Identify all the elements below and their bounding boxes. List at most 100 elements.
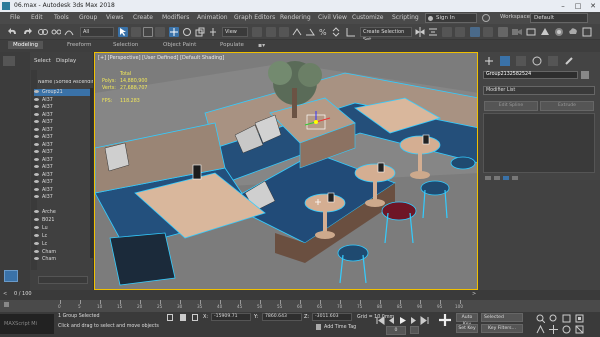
explorer-column-header[interactable]: Name (Sorted Ascending) bbox=[38, 80, 93, 85]
list-item[interactable]: AI37 bbox=[34, 127, 92, 134]
utilities-tab-icon[interactable] bbox=[564, 56, 574, 66]
render-cloud-icon[interactable] bbox=[568, 27, 578, 37]
extrude-button[interactable]: Extrude bbox=[540, 101, 594, 111]
time-slider[interactable] bbox=[0, 290, 600, 300]
isolate-selection-icon[interactable] bbox=[167, 314, 173, 321]
align-icon[interactable] bbox=[428, 27, 438, 37]
place-icon[interactable] bbox=[208, 27, 218, 37]
list-item[interactable]: AI37 bbox=[34, 134, 92, 141]
list-item[interactable]: Arche bbox=[34, 209, 92, 216]
viewport-layout-button[interactable] bbox=[4, 270, 18, 282]
key-filters-button[interactable]: Key Filters... bbox=[481, 324, 523, 333]
link-icon[interactable] bbox=[38, 27, 48, 37]
help-icon[interactable] bbox=[482, 14, 490, 22]
list-item[interactable]: AI37 bbox=[34, 172, 92, 179]
create-selection-set-dropdown[interactable]: Create Selection Set bbox=[360, 27, 412, 43]
list-item[interactable]: AI37 bbox=[34, 157, 92, 164]
tab-modeling[interactable]: Modeling bbox=[8, 41, 44, 49]
keyboard-shortcut-button[interactable] bbox=[279, 27, 289, 37]
explorer-tab-select[interactable]: Select bbox=[34, 58, 51, 64]
perspective-viewport[interactable] bbox=[94, 52, 478, 290]
object-color-swatch[interactable] bbox=[581, 71, 589, 79]
viewport-label[interactable]: [+] [Perspective] [User Defined] [Defaul… bbox=[98, 55, 224, 61]
mini-curve-editor-icon[interactable] bbox=[4, 302, 9, 307]
3dsmax-app-icon[interactable] bbox=[2, 2, 10, 10]
mirror-icon[interactable] bbox=[415, 27, 425, 37]
display-tab-icon[interactable] bbox=[548, 56, 558, 66]
menu-group[interactable]: Group bbox=[79, 14, 97, 21]
menu-modifiers[interactable]: Modifiers bbox=[162, 14, 189, 21]
modifier-list-dropdown[interactable]: Modifier List bbox=[483, 86, 595, 95]
orbit-icon[interactable] bbox=[562, 325, 571, 334]
menu-animation[interactable]: Animation bbox=[197, 14, 228, 21]
list-item[interactable]: Cham bbox=[34, 256, 92, 263]
explorer-scrollbar[interactable] bbox=[90, 88, 93, 258]
explorer-tab-display[interactable]: Display bbox=[56, 58, 76, 64]
y-coordinate-field[interactable]: 7860.643 bbox=[262, 313, 302, 321]
zoom-all-icon[interactable] bbox=[549, 314, 558, 323]
curve-editor-button[interactable] bbox=[470, 27, 480, 37]
menu-civil-view[interactable]: Civil View bbox=[318, 14, 347, 21]
selection-filter-dropdown[interactable]: All bbox=[80, 27, 114, 37]
schematic-view-button[interactable] bbox=[483, 27, 493, 37]
list-item[interactable]: AI37 bbox=[34, 119, 92, 126]
go-to-end-icon[interactable] bbox=[420, 316, 429, 325]
select-manipulate-button[interactable] bbox=[266, 27, 276, 37]
current-frame-field[interactable]: 0 bbox=[386, 326, 406, 335]
layer-explorer-button[interactable] bbox=[442, 27, 452, 37]
slider-prev-icon[interactable]: < bbox=[3, 291, 7, 297]
list-item[interactable]: Lc bbox=[34, 233, 92, 240]
list-item[interactable]: Group21 bbox=[34, 89, 92, 97]
list-item[interactable]: AI37 bbox=[34, 179, 92, 186]
redo-icon[interactable] bbox=[22, 27, 32, 37]
tab-populate[interactable]: Populate bbox=[220, 42, 244, 48]
ribbon-options-icon[interactable]: ▪▾ bbox=[258, 42, 265, 49]
list-item[interactable]: AI37 bbox=[34, 149, 92, 156]
region-select-button[interactable] bbox=[143, 27, 153, 37]
edit-spline-button[interactable]: Edit Spline bbox=[484, 101, 538, 111]
go-to-start-icon[interactable] bbox=[376, 316, 385, 325]
minimize-icon[interactable]: – bbox=[556, 1, 570, 11]
set-key-icon[interactable] bbox=[438, 313, 452, 327]
explorer-pin-button[interactable] bbox=[3, 56, 15, 66]
list-item[interactable]: AI37 bbox=[34, 187, 92, 194]
hierarchy-tab-icon[interactable] bbox=[516, 56, 526, 66]
next-frame-icon[interactable] bbox=[409, 316, 418, 325]
render-setup-icon[interactable] bbox=[512, 27, 522, 37]
rotate-icon[interactable] bbox=[182, 27, 192, 37]
zoom-extents-icon[interactable] bbox=[562, 314, 571, 323]
render-iterative-icon[interactable] bbox=[554, 27, 564, 37]
unlink-icon[interactable] bbox=[51, 27, 61, 37]
menu-views[interactable]: Views bbox=[106, 14, 123, 21]
create-tab-icon[interactable] bbox=[484, 56, 494, 66]
menu-tools[interactable]: Tools bbox=[54, 14, 69, 21]
material-editor-button[interactable] bbox=[498, 27, 508, 37]
percent-snap-icon[interactable]: % bbox=[318, 27, 328, 37]
modify-tab-icon[interactable] bbox=[500, 56, 510, 66]
time-slider-frame[interactable]: 0 / 100 bbox=[14, 291, 32, 297]
motion-tab-icon[interactable] bbox=[532, 56, 542, 66]
window-crossing-button[interactable] bbox=[155, 27, 165, 37]
menu-rendering[interactable]: Rendering bbox=[280, 14, 311, 21]
list-item[interactable]: B021 bbox=[34, 217, 92, 224]
list-item[interactable]: AI37 bbox=[34, 97, 92, 104]
bind-spacewarp-icon[interactable] bbox=[64, 27, 74, 37]
previous-frame-icon[interactable] bbox=[387, 316, 396, 325]
maximize-viewport-icon[interactable] bbox=[575, 325, 584, 334]
menu-customize[interactable]: Customize bbox=[352, 14, 384, 21]
open-a360-icon[interactable] bbox=[582, 27, 592, 37]
list-item[interactable]: Lu bbox=[34, 225, 92, 232]
list-item[interactable]: AI37 bbox=[34, 164, 92, 171]
tab-freeform[interactable]: Freeform bbox=[67, 42, 92, 48]
time-config-icon[interactable] bbox=[410, 326, 419, 334]
zoom-extents-all-icon[interactable] bbox=[575, 314, 584, 323]
rendered-frame-icon[interactable] bbox=[526, 27, 536, 37]
pivot-center-button[interactable] bbox=[252, 27, 262, 37]
key-mode-dropdown[interactable]: Selected bbox=[481, 313, 523, 322]
z-coordinate-field[interactable]: -3011.603 bbox=[312, 313, 352, 321]
angle-snap-icon[interactable] bbox=[305, 27, 315, 37]
render-production-icon[interactable] bbox=[540, 27, 550, 37]
slider-next-icon[interactable]: > bbox=[472, 291, 476, 297]
tab-selection[interactable]: Selection bbox=[113, 42, 138, 48]
pan-icon[interactable] bbox=[549, 325, 558, 334]
